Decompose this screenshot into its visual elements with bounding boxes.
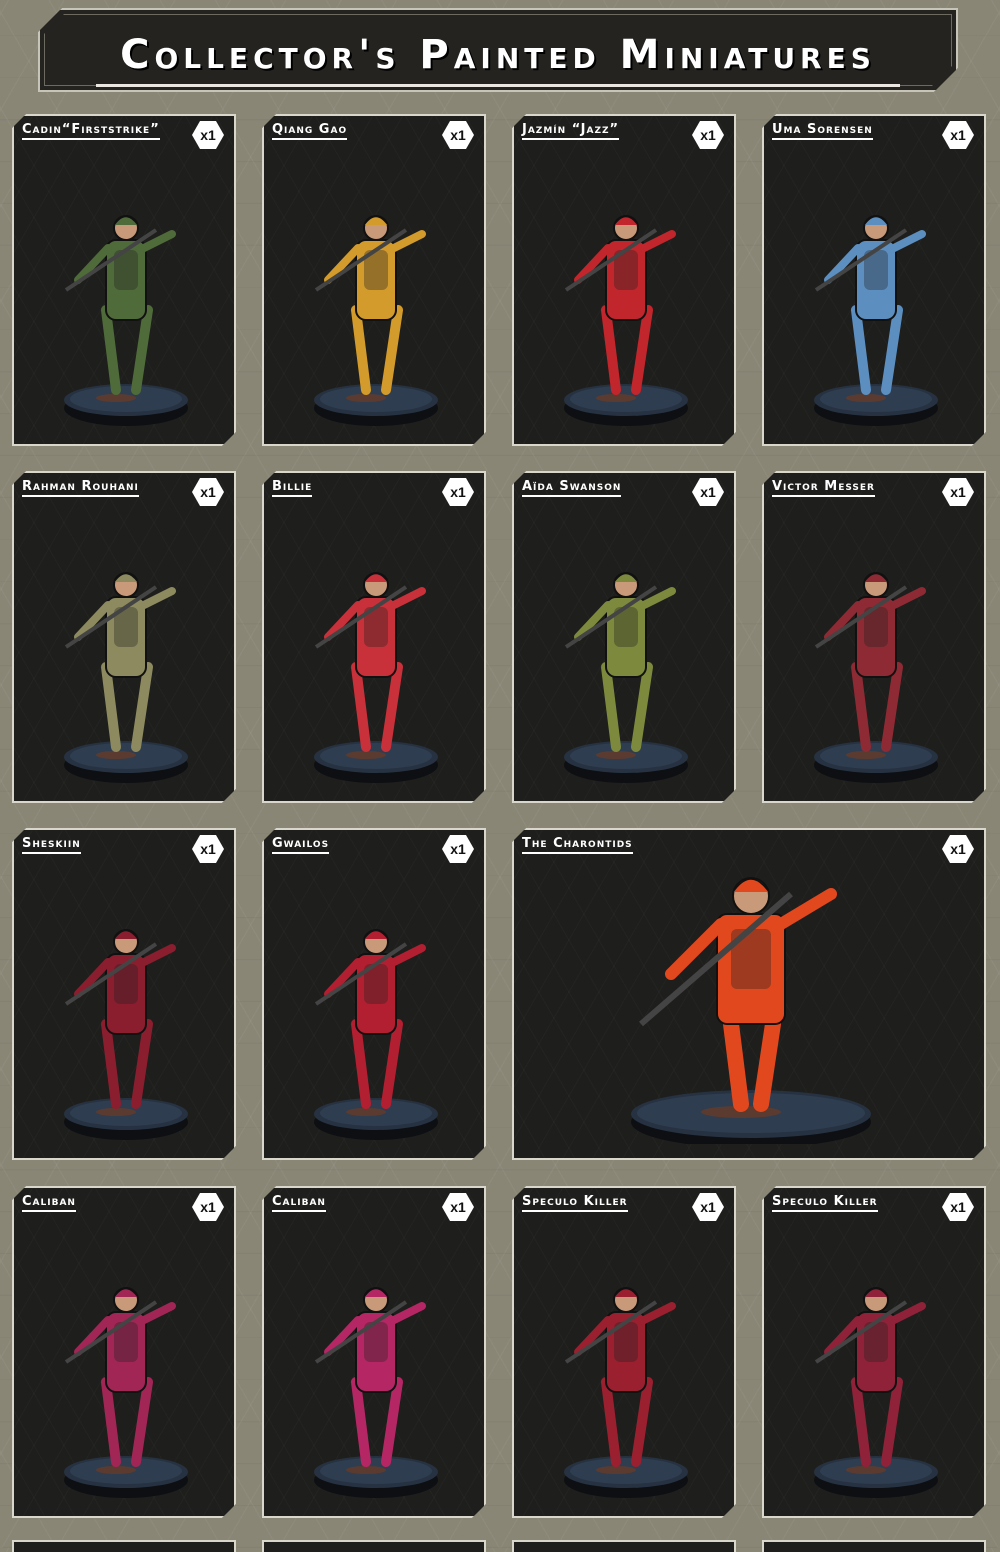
miniature-card[interactable]: Jazmín “Jazz” x1 <box>512 114 736 446</box>
miniature-figure-icon <box>51 1222 201 1502</box>
miniature-figure-icon <box>301 864 451 1144</box>
miniature-name: Caliban <box>272 1194 326 1212</box>
miniature-name: Gwailos <box>272 836 329 854</box>
miniature-figure-icon <box>801 150 951 430</box>
miniature-figure-icon <box>551 150 701 430</box>
miniature-figure-icon <box>551 507 701 787</box>
quantity-badge: x1 <box>942 1193 974 1221</box>
miniature-name: Speculo Killer <box>522 1194 628 1212</box>
miniature-name: Cadin“Firststrike” <box>22 122 160 140</box>
miniature-card[interactable]: Rahman Rouhani x1 <box>12 471 236 803</box>
quantity-badge: x1 <box>192 835 224 863</box>
card-partial[interactable] <box>262 1540 486 1552</box>
miniature-card[interactable]: Uma Sorensen x1 <box>762 114 986 446</box>
miniature-figure-icon <box>301 507 451 787</box>
miniature-card[interactable]: Sheskiin x1 <box>12 828 236 1160</box>
miniature-figure-icon <box>51 150 201 430</box>
miniature-card[interactable]: Billie x1 <box>262 471 486 803</box>
quantity-badge: x1 <box>442 835 474 863</box>
miniature-card[interactable]: Gwailos x1 <box>262 828 486 1160</box>
quantity-badge: x1 <box>942 121 974 149</box>
miniature-name: Qiang Gao <box>272 122 347 140</box>
quantity-badge: x1 <box>942 478 974 506</box>
miniature-figure-icon <box>301 1222 451 1502</box>
miniature-name: Jazmín “Jazz” <box>522 122 619 140</box>
miniature-name: Billie <box>272 479 312 497</box>
card-partial[interactable] <box>12 1540 236 1552</box>
miniature-card[interactable]: Qiang Gao x1 <box>262 114 486 446</box>
quantity-badge: x1 <box>192 121 224 149</box>
quantity-badge: x1 <box>692 1193 724 1221</box>
miniature-name: Uma Sorensen <box>772 122 873 140</box>
miniature-name: The Charontids <box>522 836 633 854</box>
quantity-badge: x1 <box>942 835 974 863</box>
miniature-card[interactable]: Aïda Swanson x1 <box>512 471 736 803</box>
miniature-name: Aïda Swanson <box>522 479 621 497</box>
miniature-card[interactable]: The Charontids x1 <box>512 828 986 1160</box>
quantity-badge: x1 <box>692 478 724 506</box>
miniature-name: Rahman Rouhani <box>22 479 139 497</box>
miniature-card[interactable]: Cadin“Firststrike” x1 <box>12 114 236 446</box>
miniature-card[interactable]: Victor Messer x1 <box>762 471 986 803</box>
title-underline <box>96 84 900 87</box>
miniature-card[interactable]: Caliban x1 <box>12 1186 236 1518</box>
quantity-badge: x1 <box>692 121 724 149</box>
miniature-card[interactable]: Speculo Killer x1 <box>762 1186 986 1518</box>
miniature-figure-icon <box>601 864 901 1144</box>
miniature-name: Speculo Killer <box>772 1194 878 1212</box>
card-partial[interactable] <box>762 1540 986 1552</box>
miniature-name: Sheskiin <box>22 836 81 854</box>
miniature-card[interactable]: Caliban x1 <box>262 1186 486 1518</box>
card-partial[interactable] <box>512 1540 736 1552</box>
page-title: Collector's Painted Miniatures <box>120 32 876 78</box>
miniature-figure-icon <box>801 1222 951 1502</box>
miniature-figure-icon <box>51 864 201 1144</box>
quantity-badge: x1 <box>442 478 474 506</box>
title-banner: Collector's Painted Miniatures <box>38 8 958 92</box>
miniature-figure-icon <box>51 507 201 787</box>
miniature-name: Caliban <box>22 1194 76 1212</box>
miniature-name: Victor Messer <box>772 479 875 497</box>
quantity-badge: x1 <box>192 478 224 506</box>
miniature-figure-icon <box>801 507 951 787</box>
quantity-badge: x1 <box>442 121 474 149</box>
miniature-figure-icon <box>301 150 451 430</box>
quantity-badge: x1 <box>192 1193 224 1221</box>
miniature-card[interactable]: Speculo Killer x1 <box>512 1186 736 1518</box>
miniature-figure-icon <box>551 1222 701 1502</box>
quantity-badge: x1 <box>442 1193 474 1221</box>
